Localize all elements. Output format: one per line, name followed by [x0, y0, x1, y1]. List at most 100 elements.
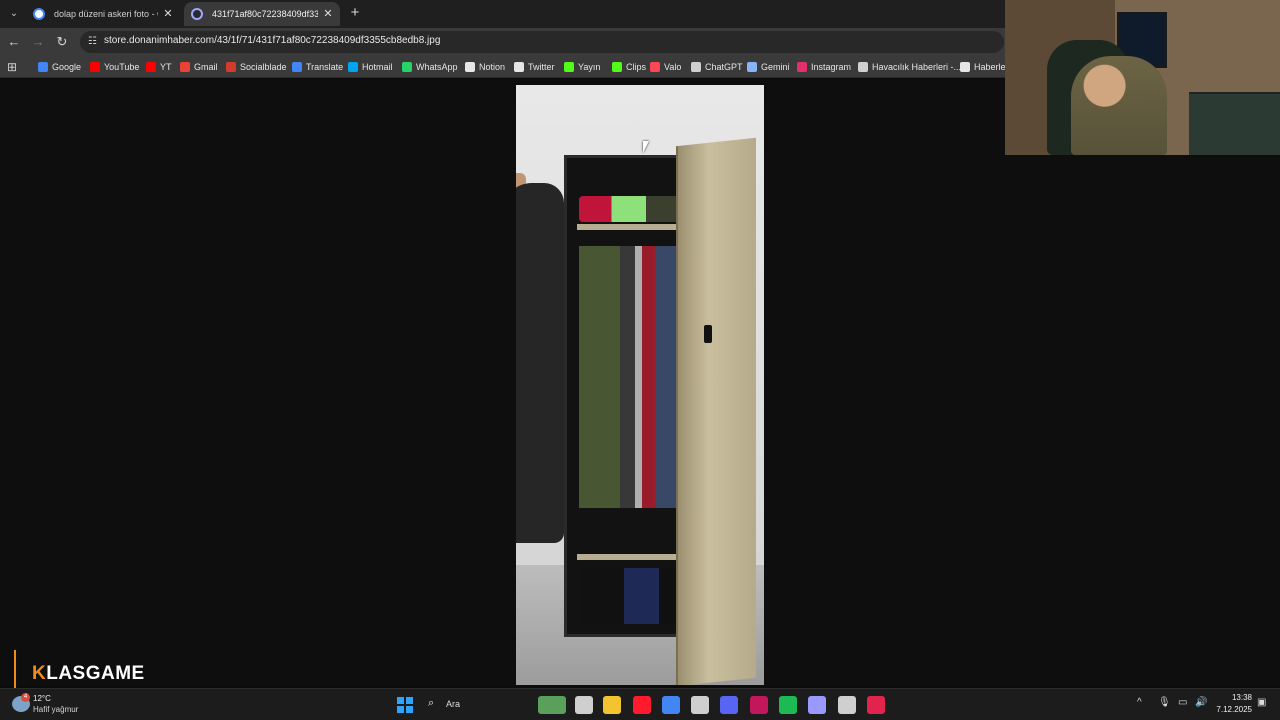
bookmark-label: Instagram	[811, 62, 852, 72]
logo-text: KLASGAME	[32, 663, 145, 684]
notion-icon	[465, 62, 475, 72]
bookmark-label: Socialblade	[240, 62, 287, 72]
kick-icon	[564, 62, 574, 72]
premiere-icon[interactable]	[808, 696, 826, 714]
bookmark-0[interactable]: Google	[38, 59, 81, 75]
photos-icon[interactable]	[538, 696, 566, 714]
bookmark-label: Google	[52, 62, 82, 72]
opera-icon[interactable]	[633, 696, 651, 714]
tab-title: 431f71af80c72238409df3355cb	[212, 9, 318, 19]
clock-date[interactable]: 7.12.2025	[1214, 705, 1252, 714]
tab-image[interactable]: 431f71af80c72238409df3355cb ✕	[184, 2, 340, 26]
chrome-icon[interactable]	[662, 696, 680, 714]
url-text[interactable]: store.donanimhaber.com/43/1f/71/431f71af…	[104, 35, 440, 46]
taskbar-search[interactable]: ⌕ Ara	[424, 695, 524, 715]
folded-clothes	[579, 196, 687, 222]
tray-overflow-chevron-icon[interactable]: ^	[1137, 697, 1142, 708]
network-icon[interactable]: ▭	[1178, 697, 1187, 708]
locker-photo	[516, 85, 764, 685]
weather-temperature[interactable]: 12°C	[33, 694, 51, 703]
hanging-uniforms	[579, 246, 681, 508]
windows-start-icon[interactable]	[396, 696, 414, 714]
bookmark-label: Yayın	[578, 62, 601, 72]
whatsapp-icon	[402, 62, 412, 72]
video-editor-icon[interactable]	[867, 696, 885, 714]
notification-bell-icon[interactable]: ▣	[1257, 697, 1266, 708]
bookmark-label: Twitter	[528, 62, 555, 72]
bookmark-5[interactable]: Translate	[292, 59, 343, 75]
google-icon	[33, 8, 45, 20]
task-view-icon[interactable]	[575, 696, 593, 714]
forward-arrow-icon[interactable]: →	[29, 33, 47, 51]
reload-icon[interactable]: ↻	[53, 33, 71, 51]
bookmark-label: Hotmail	[362, 62, 393, 72]
windows-icon	[348, 62, 358, 72]
bookmark-9[interactable]: Twitter	[514, 59, 555, 75]
chatgpt-icon	[691, 62, 701, 72]
bookmark-2[interactable]: YT	[146, 59, 172, 75]
volume-icon[interactable]: 🔊	[1195, 697, 1207, 708]
address-bar[interactable]: ☷ store.donanimhaber.com/43/1f/71/431f71…	[80, 31, 1004, 53]
door-lock	[704, 325, 712, 343]
site-info-icon[interactable]: ☷	[88, 36, 100, 48]
tab-dolap-search[interactable]: dolap düzeni askeri foto - Goo ✕	[26, 2, 180, 26]
bookmark-3[interactable]: Gmail	[180, 59, 218, 75]
youtube-icon	[146, 62, 156, 72]
bookmark-14[interactable]: Gemini	[747, 59, 790, 75]
obs-icon[interactable]	[838, 696, 856, 714]
bookmark-label: Gmail	[194, 62, 218, 72]
capcut-icon[interactable]	[750, 696, 768, 714]
tab-search-chevron-icon[interactable]: ⌄	[5, 5, 23, 23]
bookmark-label: WhatsApp	[416, 62, 458, 72]
webcam-monitor	[1189, 92, 1280, 155]
bookmark-label: YT	[160, 62, 172, 72]
globe-icon	[191, 8, 203, 20]
bookmark-17[interactable]: Haberle	[960, 59, 1006, 75]
bookmark-label: Gemini	[761, 62, 790, 72]
weather-badge: 4	[21, 693, 30, 702]
bookmark-label: Haberle	[974, 62, 1006, 72]
bookmark-10[interactable]: Yayın	[564, 59, 600, 75]
bookmark-label: Notion	[479, 62, 506, 72]
file-explorer-icon[interactable]	[603, 696, 621, 714]
bookmark-7[interactable]: WhatsApp	[402, 59, 458, 75]
spotify-icon[interactable]	[779, 696, 797, 714]
bookmark-label: Havacılık Haberleri -...	[872, 62, 962, 72]
apps-grid-icon[interactable]: ⊞	[7, 60, 21, 74]
x-icon	[514, 62, 524, 72]
clock-time[interactable]: 13:38	[1226, 693, 1252, 702]
locker-door	[676, 137, 756, 685]
bookmark-label: Translate	[306, 62, 344, 72]
discord-icon[interactable]	[720, 696, 738, 714]
locker-shelf	[577, 224, 687, 230]
bookmark-16[interactable]: Havacılık Haberleri -...	[858, 59, 961, 75]
bookmark-4[interactable]: Socialblade	[226, 59, 287, 75]
bookmark-1[interactable]: YouTube	[90, 59, 139, 75]
bookmark-label: Valo	[664, 62, 682, 72]
close-tab-icon[interactable]: ✕	[321, 2, 335, 26]
bookmark-13[interactable]: ChatGPT	[691, 59, 743, 75]
search-placeholder: Ara	[446, 699, 461, 709]
bookmark-label: Clips	[626, 62, 647, 72]
google-icon	[38, 62, 48, 72]
bookmark-6[interactable]: Hotmail	[348, 59, 393, 75]
bookmark-label: YouTube	[104, 62, 140, 72]
back-arrow-icon[interactable]: ←	[5, 33, 23, 51]
plane-icon	[858, 62, 868, 72]
bookmark-8[interactable]: Notion	[465, 59, 505, 75]
bookmark-label: ChatGPT	[705, 62, 743, 72]
microphone-icon[interactable]: 🎙	[1158, 697, 1171, 708]
tab-title: dolap düzeni askeri foto - Goo	[54, 9, 158, 19]
new-tab-button[interactable]: +	[346, 4, 364, 22]
bookmark-11[interactable]: Clips	[612, 59, 646, 75]
close-tab-icon[interactable]: ✕	[161, 2, 175, 26]
gmail-icon	[180, 62, 190, 72]
weather-description[interactable]: Hafif yağmur	[33, 705, 78, 714]
clips-icon	[612, 62, 622, 72]
translate-icon	[292, 62, 302, 72]
locker-shelf	[577, 554, 687, 560]
bookmark-15[interactable]: Instagram	[797, 59, 851, 75]
news-icon	[960, 62, 970, 72]
bookmark-12[interactable]: Valo	[650, 59, 681, 75]
steam-icon[interactable]	[691, 696, 709, 714]
